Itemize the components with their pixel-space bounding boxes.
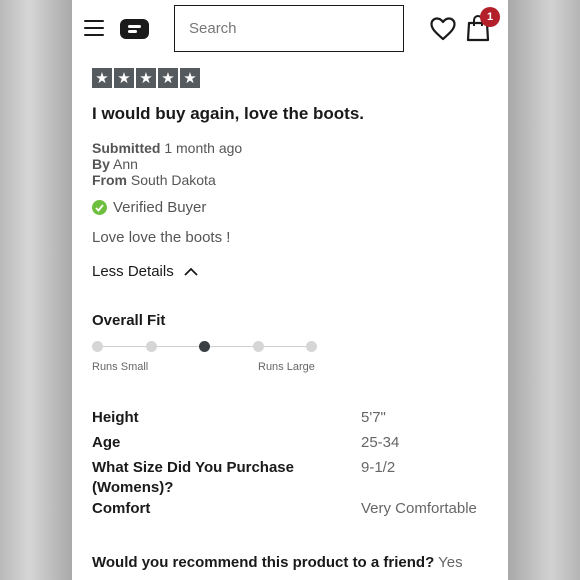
recommend-answer: Yes — [438, 554, 463, 571]
fit-dot — [145, 341, 157, 352]
chevron-up-icon — [184, 267, 198, 276]
from-label: From — [92, 172, 127, 188]
star-icon: ★ — [180, 68, 200, 88]
star-icon: ★ — [158, 68, 178, 88]
attribute-value: 5'7" — [361, 409, 386, 426]
heart-icon[interactable] — [430, 17, 456, 41]
attribute-value: 25-34 — [361, 434, 400, 451]
fit-dot-selected — [199, 341, 210, 352]
star-icon: ★ — [114, 68, 134, 88]
brand-logo-icon[interactable] — [120, 19, 149, 39]
less-details-label: Less Details — [92, 263, 174, 280]
attribute-label: Age — [92, 434, 121, 451]
attribute-value: Very Comfortable — [361, 500, 477, 517]
fit-dot — [306, 341, 317, 352]
fit-scale — [92, 340, 322, 354]
less-details-toggle[interactable]: Less Details — [92, 263, 198, 280]
attribute-value: 9-1/2 — [361, 459, 396, 476]
review-title: I would buy again, love the boots. — [92, 104, 365, 123]
verified-buyer-badge: Verified Buyer — [92, 199, 206, 216]
search-input[interactable] — [174, 5, 404, 52]
recommend-question: Would you recommend this product to a fr… — [92, 554, 435, 571]
recommend-line: Would you recommend this product to a fr… — [92, 554, 463, 571]
top-navigation-bar: 1 — [72, 0, 508, 60]
attribute-label: What Size Did You Purchase (Womens)? — [92, 459, 294, 496]
attribute-label: Height — [92, 409, 139, 426]
verified-buyer-text: Verified Buyer — [113, 199, 207, 216]
hamburger-menu-icon[interactable] — [84, 20, 104, 38]
star-rating: ★ ★ ★ ★ ★ — [92, 68, 200, 88]
fit-min-label: Runs Small — [92, 361, 149, 373]
background-right — [508, 0, 580, 580]
attribute-label: Comfort — [92, 500, 151, 517]
location-value: South Dakota — [130, 172, 216, 188]
submitted-line: Submitted 1 month ago — [92, 140, 242, 156]
fit-max-label: Runs Large — [258, 361, 315, 373]
fit-dot — [92, 341, 103, 352]
submitted-label: Submitted — [92, 140, 161, 156]
cart-count-badge[interactable]: 1 — [480, 7, 500, 27]
star-icon: ★ — [136, 68, 156, 88]
location-line: From South Dakota — [92, 172, 216, 188]
background-left — [0, 0, 72, 580]
mobile-page: 1 ★★★★★ I would buy again, love the boot… — [72, 0, 508, 580]
review-body: Love love the boots ! — [92, 229, 231, 246]
author-name: Ann — [113, 156, 138, 172]
star-icon: ★ — [92, 68, 112, 88]
fit-dot — [252, 341, 264, 352]
overall-fit-title: Overall Fit — [92, 312, 166, 329]
author-line: By Ann — [92, 156, 138, 172]
checkmark-icon — [92, 200, 107, 215]
by-label: By — [92, 156, 110, 172]
submitted-value: 1 month ago — [164, 140, 243, 156]
